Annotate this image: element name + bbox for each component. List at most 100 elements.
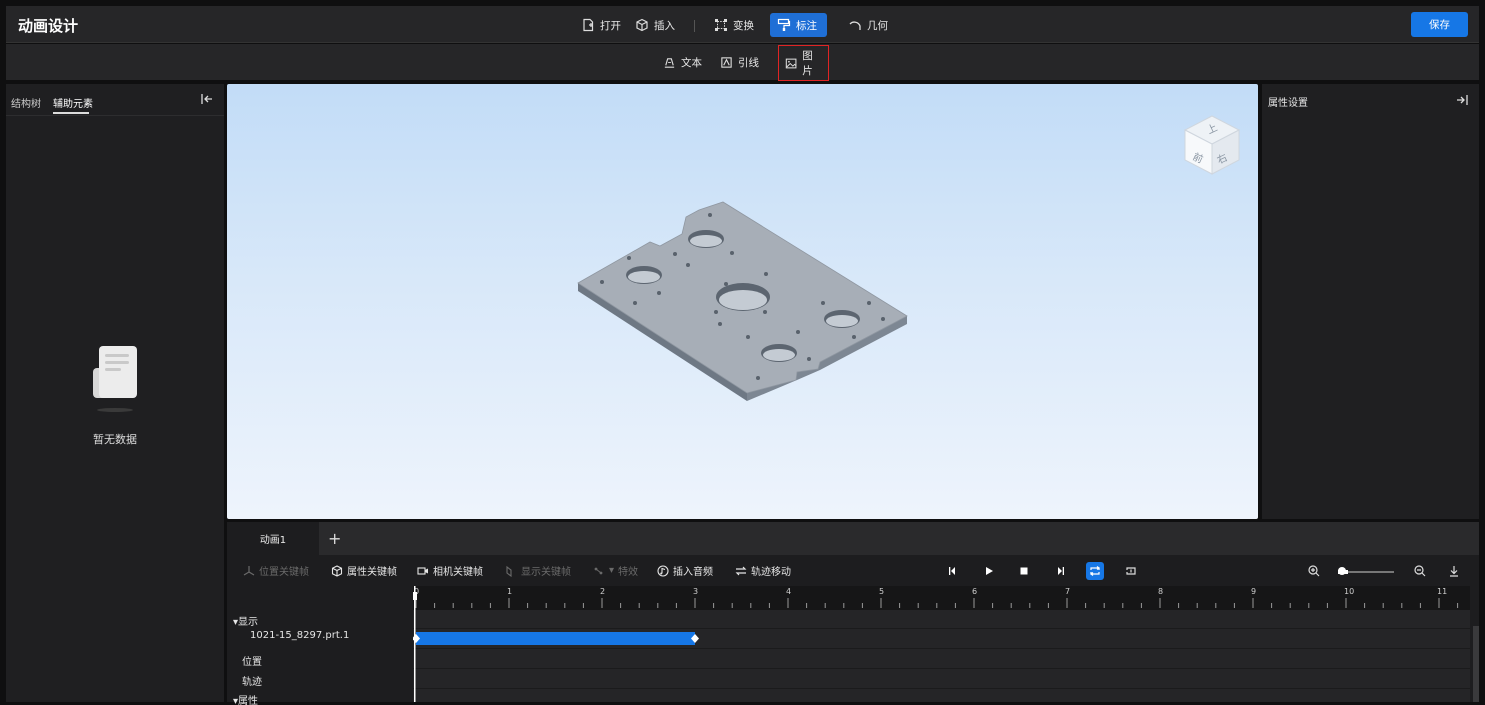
- ruler-tick-label: 4: [786, 587, 791, 596]
- zoom-in-button[interactable]: [1305, 562, 1323, 580]
- cube-icon: [636, 18, 648, 32]
- timeline-toolbar: 位置关键帧 属性关键帧 相机关键帧 显示关键帧 ▾ 特效 插入音频 轨迹移动: [227, 555, 1479, 586]
- insert-button[interactable]: 插入: [628, 13, 682, 37]
- display-icon: [506, 565, 512, 577]
- app-title: 动画设计: [18, 17, 79, 35]
- path-move-button[interactable]: 轨迹移动: [735, 563, 791, 578]
- tab-auxiliary-elements[interactable]: 辅助元素: [53, 95, 93, 110]
- property-keyframe-button[interactable]: 属性关键帧: [331, 563, 397, 578]
- collapse-left-icon[interactable]: [200, 92, 214, 106]
- download-button[interactable]: [1445, 562, 1463, 580]
- image-annotation-button[interactable]: 图片: [778, 45, 829, 81]
- geometry-label: 几何: [867, 19, 888, 32]
- tab-animation-1[interactable]: 动画1: [227, 522, 319, 555]
- image-icon: [785, 58, 797, 68]
- track-labels: ▾显示 1021-15_8297.prt.1 位置 轨迹 ▾属性: [227, 586, 413, 705]
- text-annotation-button[interactable]: 文本: [657, 51, 708, 73]
- ruler-tick-label: 9: [1251, 587, 1256, 596]
- position-keyframe-label: 位置关键帧: [259, 567, 309, 578]
- camera-keyframe-label: 相机关键帧: [433, 567, 483, 578]
- trajectory-track-label: 轨迹: [242, 677, 262, 688]
- leader-icon: [721, 56, 732, 68]
- top-toolbar: 动画设计 打开 插入 变换 标注 几何 保存: [6, 6, 1479, 43]
- transform-button[interactable]: 变换: [707, 13, 761, 37]
- open-button[interactable]: 打开: [574, 13, 628, 37]
- ruler-tick-label: 7: [1065, 587, 1070, 596]
- display-group-label: 显示: [238, 617, 259, 628]
- transform-label: 变换: [733, 19, 754, 32]
- paint-roller-icon: [777, 18, 791, 31]
- path-move-icon: [735, 566, 747, 575]
- timeline-panel: 动画1 + 位置关键帧 属性关键帧 相机关键帧 显示关键帧 ▾ 特效 插入音频: [227, 522, 1479, 705]
- zoom-slider-handle[interactable]: [1338, 567, 1346, 575]
- stop-icon: [1020, 567, 1028, 575]
- attributes-group-label: 属性: [238, 696, 259, 705]
- property-keyframe-label: 属性关键帧: [347, 567, 397, 578]
- insert-audio-label: 插入音频: [673, 567, 713, 578]
- track-area[interactable]: [413, 610, 1470, 702]
- camera-keyframe-button[interactable]: 相机关键帧: [417, 563, 483, 578]
- stop-button[interactable]: [1015, 562, 1033, 580]
- geometry-button[interactable]: 几何: [841, 13, 895, 37]
- play-icon: [986, 567, 993, 575]
- effect-icon: [594, 567, 603, 574]
- empty-document-icon: [93, 346, 137, 412]
- viewport-scene[interactable]: 上 前 右: [227, 84, 1258, 519]
- collapse-right-icon[interactable]: [1455, 93, 1469, 107]
- leader-annotation-button[interactable]: 引线: [714, 51, 765, 73]
- image-annotation-label: 图片: [802, 50, 813, 77]
- time-ruler[interactable]: 0 1 2 3 4 5 6 7 8 9 10 11: [413, 586, 1470, 610]
- clip-layer[interactable]: [413, 610, 1470, 702]
- attributes-group-toggle[interactable]: ▾属性: [233, 692, 258, 705]
- tab-structure-tree[interactable]: 结构树: [11, 95, 41, 110]
- open-file-icon: [583, 18, 594, 32]
- text-icon: [664, 57, 675, 68]
- annotate-button[interactable]: 标注: [770, 13, 827, 37]
- display-group-toggle[interactable]: ▾显示: [233, 613, 258, 628]
- chevron-down-icon: ▾: [609, 565, 615, 576]
- add-animation-icon[interactable]: +: [328, 529, 341, 548]
- next-frame-button[interactable]: [1051, 562, 1069, 580]
- zoom-in-icon: [1308, 565, 1320, 577]
- play-button[interactable]: [980, 562, 998, 580]
- 3d-viewport[interactable]: 上 前 右: [227, 84, 1258, 519]
- part-track-label[interactable]: 1021-15_8297.prt.1: [250, 630, 349, 641]
- save-button[interactable]: 保存: [1411, 12, 1468, 37]
- position-keyframe-icon: [243, 565, 255, 576]
- toolbar-separator: [694, 20, 695, 32]
- ruler-tick-label: 6: [972, 587, 977, 596]
- ruler-tick-label: 2: [600, 587, 605, 596]
- insert-label: 插入: [654, 19, 675, 32]
- arc-icon: [849, 21, 861, 30]
- left-panel: 结构树 辅助元素 暂无数据: [6, 84, 224, 702]
- animation-clip[interactable]: [416, 632, 695, 645]
- empty-state: 暂无数据: [6, 344, 224, 447]
- ruler-tick-label: 11: [1437, 587, 1447, 596]
- effect-dropdown[interactable]: ▾ 特效: [593, 563, 638, 578]
- loop-toggle[interactable]: [1086, 562, 1104, 580]
- right-panel: 属性设置: [1262, 84, 1479, 519]
- previous-frame-button[interactable]: [944, 562, 962, 580]
- annotate-label: 标注: [796, 19, 817, 32]
- insert-audio-button[interactable]: 插入音频: [657, 563, 713, 578]
- loop-icon: [1090, 566, 1100, 576]
- zoom-out-button[interactable]: [1411, 562, 1429, 580]
- playhead[interactable]: [413, 586, 417, 702]
- skip-forward-icon: [1058, 567, 1064, 575]
- play-once-toggle[interactable]: [1122, 562, 1140, 580]
- ruler-tick-label: 3: [693, 587, 698, 596]
- cube-icon: [331, 564, 343, 577]
- property-settings-title: 属性设置: [1268, 98, 1308, 109]
- leader-annotation-label: 引线: [738, 56, 759, 69]
- effect-label: 特效: [618, 567, 639, 578]
- ruler-tick-label: 5: [879, 587, 884, 596]
- text-annotation-label: 文本: [681, 56, 702, 69]
- display-keyframe-button[interactable]: 显示关键帧: [505, 563, 571, 578]
- position-track-label: 位置: [242, 657, 262, 668]
- position-keyframe-button[interactable]: 位置关键帧: [243, 563, 309, 578]
- ruler-tick-label: 1: [507, 587, 512, 596]
- display-keyframe-label: 显示关键帧: [521, 567, 571, 578]
- open-label: 打开: [600, 19, 621, 32]
- timeline-scrollbar[interactable]: [1473, 626, 1479, 702]
- view-cube[interactable]: 上 前 右: [1183, 115, 1241, 175]
